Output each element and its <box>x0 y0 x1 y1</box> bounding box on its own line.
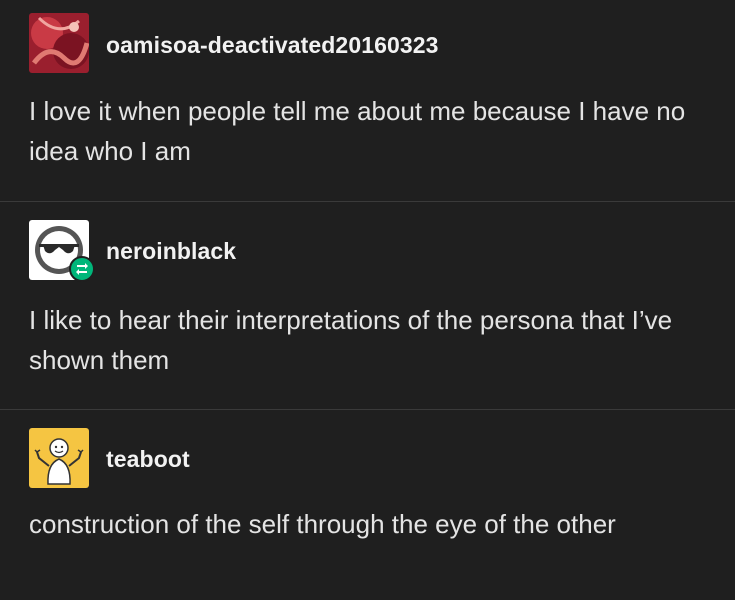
username[interactable]: oamisoa-deactivated20160323 <box>106 32 439 59</box>
username[interactable]: neroinblack <box>106 238 236 265</box>
red-abstract-avatar-icon <box>29 13 89 73</box>
post-text: construction of the self through the eye… <box>29 509 616 539</box>
post-text: I like to hear their interpretations of … <box>29 305 673 375</box>
post-teaboot: teaboot construction of the self through… <box>0 410 735 600</box>
post-text: I love it when people tell me about me b… <box>29 96 686 166</box>
username[interactable]: teaboot <box>106 446 190 473</box>
cartoon-figure-avatar-icon <box>29 428 89 488</box>
post-oamisoa: oamisoa-deactivated20160323 I love it wh… <box>0 0 735 201</box>
avatar-oamisoa[interactable] <box>29 13 89 73</box>
avatar-teaboot[interactable] <box>29 428 89 488</box>
reblog-icon <box>69 256 95 282</box>
post-neroinblack: neroinblack I like to hear their interpr… <box>0 202 735 409</box>
